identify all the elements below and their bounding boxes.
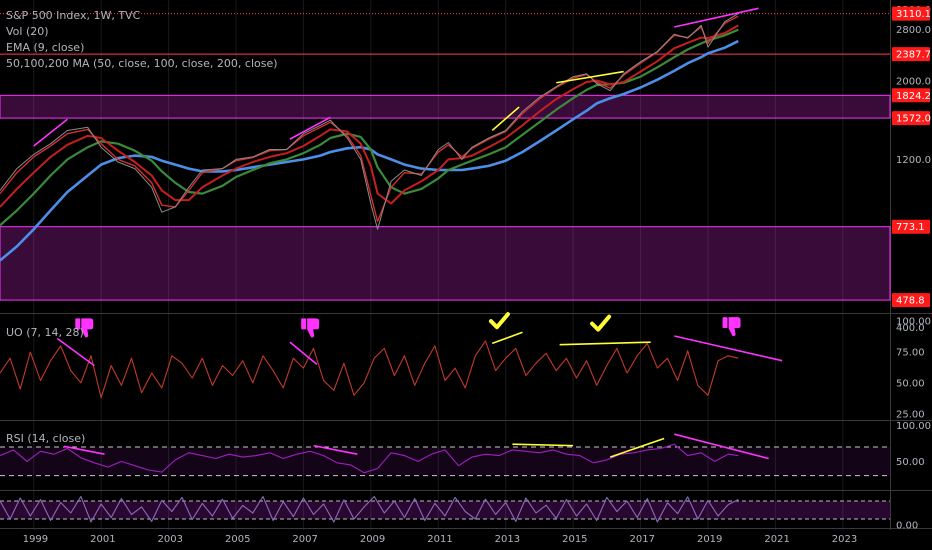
x-axis-tick-label: 1999 <box>23 534 48 545</box>
uo-axis-tick-label: 25.00 <box>896 409 925 420</box>
x-axis-tick-label: 2003 <box>158 534 183 545</box>
x-axis-tick-label: 2001 <box>90 534 115 545</box>
x-axis-tick-label: 2021 <box>764 534 789 545</box>
chart-canvas[interactable]: 3200.02800.02000.01200.0400.03110.12387.… <box>0 0 932 550</box>
uo-axis-tick-label: 50.00 <box>896 378 925 389</box>
uo-axis-tick-label: 75.00 <box>896 348 925 359</box>
x-axis-tick-label: 2015 <box>562 534 587 545</box>
x-axis-tick-label: 2019 <box>697 534 722 545</box>
price-label-text: 2387.7 <box>896 50 931 61</box>
x-axis-tick-label: 2013 <box>495 534 520 545</box>
x-axis-tick-label: 2017 <box>630 534 655 545</box>
x-axis-tick-label: 2005 <box>225 534 250 545</box>
price-label-text: 1572.0 <box>896 114 931 125</box>
price-label-text: 3110.1 <box>896 9 931 20</box>
price-axis-tick-label: 2800.0 <box>896 25 931 36</box>
rsi-pane-title: RSI (14, close) <box>6 432 86 445</box>
legend-ma: 50,100,200 MA (50, close, 100, close, 20… <box>6 57 278 70</box>
x-axis-tick-label: 2007 <box>292 534 317 545</box>
rsi-axis-tick-label: 100.00 <box>896 421 931 432</box>
price-label-text: 478.8 <box>896 296 925 307</box>
uo-pane-title: UO (7, 14, 28) <box>6 326 84 339</box>
rsi-band <box>0 447 890 476</box>
price-label-text: 1824.2 <box>896 91 931 102</box>
price-axis-tick-label: 2000.0 <box>896 77 931 88</box>
price-axis-tick-label: 1200.0 <box>896 155 931 166</box>
legend-ema: EMA (9, close) <box>6 41 85 54</box>
x-axis-tick-label: 2011 <box>427 534 452 545</box>
x-axis-tick-label: 2009 <box>360 534 385 545</box>
uo-axis-tick-label: 100.00 <box>896 317 931 328</box>
price-label-text: 773.1 <box>896 222 925 233</box>
support-zone <box>0 94 891 119</box>
legend-symbol: S&P 500 Index, 1W, TVC <box>6 9 141 22</box>
legend-volume: Vol (20) <box>6 25 49 38</box>
stoch-axis-tick-label: 0.00 <box>896 521 918 532</box>
support-zone <box>0 226 891 301</box>
rsi-axis-tick-label: 50.00 <box>896 457 925 468</box>
chart-legend: S&P 500 Index, 1W, TVC Vol (20) EMA (9, … <box>6 8 278 72</box>
x-axis-tick-label: 2023 <box>832 534 857 545</box>
